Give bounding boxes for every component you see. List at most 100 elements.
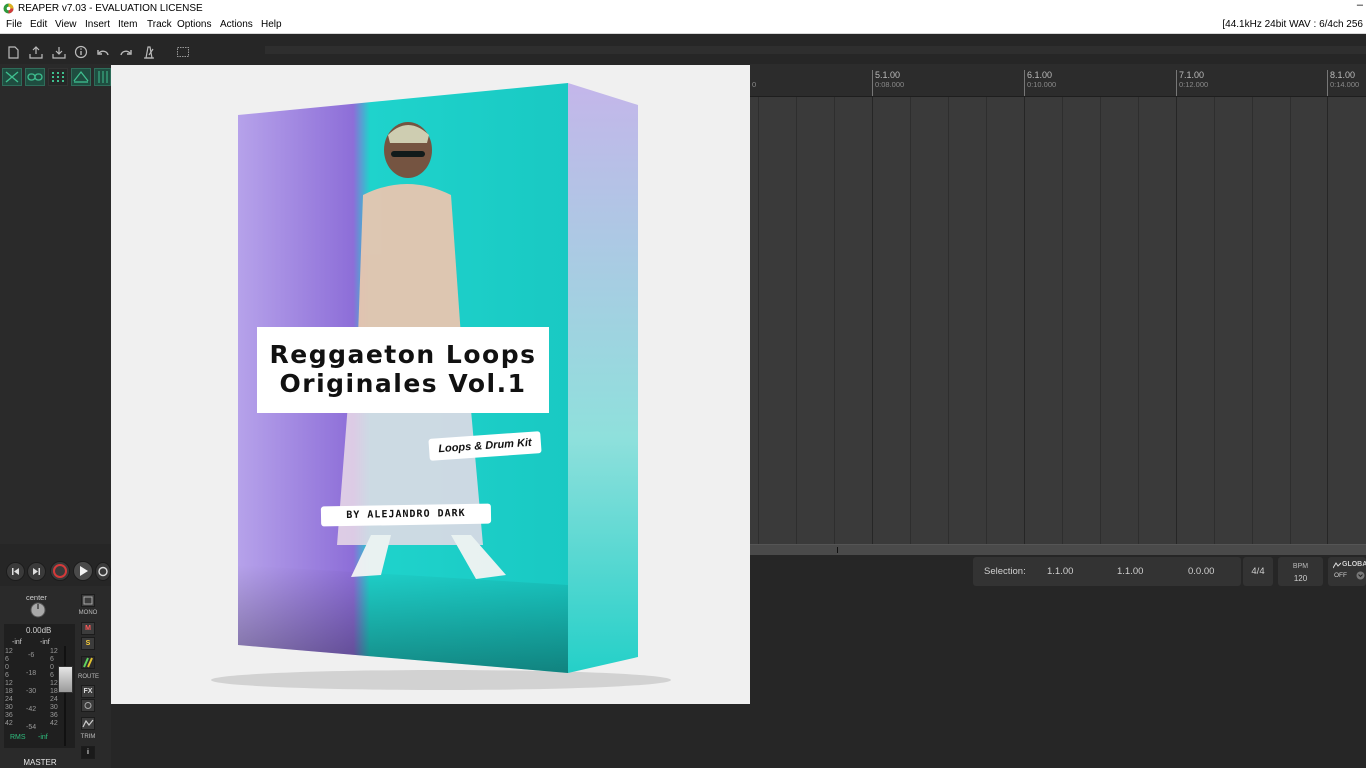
selection-length[interactable]: 0.0.00 bbox=[1188, 557, 1214, 586]
pan-label: center bbox=[26, 593, 47, 602]
meter-scale-label: 12 bbox=[5, 648, 13, 655]
snap-grid-icon bbox=[52, 72, 64, 82]
menu-file[interactable]: File bbox=[6, 17, 22, 33]
timeline-ruler[interactable]: 0 5.1.00 0:08.000 6.1.00 0:10.000 7.1.00 0:… bbox=[750, 64, 1366, 97]
route-button[interactable] bbox=[81, 656, 95, 669]
audio-status[interactable]: [44.1kHz 24bit WAV : 6/4ch 256 bbox=[1222, 17, 1363, 33]
grid-line bbox=[796, 97, 797, 544]
new-project-icon[interactable] bbox=[6, 45, 20, 59]
envelope-icon bbox=[82, 719, 94, 728]
repeat-button[interactable] bbox=[95, 562, 111, 581]
master-track-name: MASTER bbox=[23, 758, 57, 767]
menu-edit[interactable]: Edit bbox=[30, 17, 47, 33]
play-button[interactable] bbox=[73, 561, 93, 581]
meter-scale-label: -18 bbox=[26, 670, 37, 677]
selection-label: Selection: bbox=[984, 566, 1026, 577]
meter-scale-label: 0 bbox=[50, 664, 54, 671]
arrange-view[interactable]: 0 5.1.00 0:08.000 6.1.00 0:10.000 7.1.00 0:… bbox=[750, 64, 1366, 544]
selection-end[interactable]: 1.1.00 bbox=[1117, 557, 1143, 586]
go-to-start-icon bbox=[12, 568, 19, 575]
grid-line bbox=[1176, 97, 1177, 544]
grid-line bbox=[1062, 97, 1063, 544]
power-icon bbox=[84, 702, 92, 709]
chevron-down-icon bbox=[1356, 571, 1365, 580]
peak-left[interactable]: -inf bbox=[12, 639, 22, 646]
menu-options[interactable]: Options bbox=[177, 17, 211, 33]
meter-scale-label: 6 bbox=[5, 672, 9, 679]
save-project-icon[interactable] bbox=[52, 45, 66, 59]
meter-scale-label: 42 bbox=[50, 720, 58, 727]
link-button[interactable] bbox=[25, 68, 45, 86]
menu-bar: File Edit View Insert Item Track Options… bbox=[0, 17, 1366, 34]
grid-line bbox=[1024, 97, 1025, 544]
window-title: REAPER v7.03 - EVALUATION LICENSE bbox=[18, 3, 203, 14]
ruler-mark: 8.1.00 0:14.000 bbox=[1327, 70, 1359, 96]
minimize-button[interactable]: – bbox=[1357, 0, 1363, 14]
time-signature[interactable]: 4/4 bbox=[1243, 557, 1273, 586]
rms-value: -inf bbox=[38, 734, 48, 741]
menu-view[interactable]: View bbox=[55, 17, 77, 33]
ruler-mark: 5.1.00 0:08.000 bbox=[872, 70, 904, 96]
fader-track bbox=[64, 646, 66, 746]
fx-button[interactable]: FX bbox=[81, 685, 95, 698]
grid-lines-button[interactable] bbox=[94, 68, 111, 86]
meter-scale-label: 0 bbox=[5, 664, 9, 671]
peak-right[interactable]: -inf bbox=[40, 639, 50, 646]
main-toolbar bbox=[0, 34, 1366, 64]
global-automation-panel[interactable]: GLOBAL OFF bbox=[1328, 557, 1366, 586]
track-control-panel bbox=[0, 64, 111, 544]
auto-crossfade-button[interactable] bbox=[71, 68, 91, 86]
title-bar: REAPER v7.03 - EVALUATION LICENSE – bbox=[0, 0, 1366, 17]
tempo-panel[interactable]: BPM 120 bbox=[1278, 557, 1323, 586]
volume-readout[interactable]: 0.00dB bbox=[26, 626, 51, 635]
mono-button[interactable] bbox=[81, 594, 95, 607]
grid-line bbox=[834, 97, 835, 544]
meter-scale-label: -30 bbox=[26, 688, 37, 695]
bpm-label: BPM bbox=[1292, 563, 1309, 570]
info-button[interactable]: i bbox=[81, 746, 95, 759]
ruler-mark: 7.1.00 0:12.000 bbox=[1176, 70, 1208, 96]
selection-start[interactable]: 1.1.00 bbox=[1047, 557, 1073, 586]
record-button[interactable] bbox=[50, 561, 70, 581]
snap-grid-button[interactable] bbox=[48, 68, 68, 86]
menu-item[interactable]: Item bbox=[118, 17, 137, 33]
cover-title-line2: Originales Vol.1 bbox=[279, 369, 527, 398]
ruler-partial: 0 bbox=[752, 80, 757, 89]
meter-scale-label: 18 bbox=[50, 688, 58, 695]
global-value: OFF bbox=[1334, 572, 1347, 579]
grid-line bbox=[1327, 97, 1328, 544]
mute-button[interactable]: M bbox=[81, 622, 95, 635]
play-icon bbox=[80, 566, 88, 576]
crossfade-icon bbox=[73, 70, 89, 83]
meter-scale-label: 36 bbox=[50, 712, 58, 719]
grid-lines-icon bbox=[98, 71, 108, 83]
pan-knob[interactable] bbox=[30, 602, 46, 618]
menu-help[interactable]: Help bbox=[261, 17, 282, 33]
menu-insert[interactable]: Insert bbox=[85, 17, 110, 33]
go-to-start-button[interactable] bbox=[6, 562, 25, 581]
grid-icon[interactable] bbox=[176, 45, 190, 59]
meter-scale-label: -6 bbox=[28, 652, 35, 659]
fx-bypass-button[interactable] bbox=[81, 699, 95, 712]
product-cover-image: Reggaeton Loops Originales Vol.1 Loops &… bbox=[111, 65, 750, 704]
meter-scale-label: 6 bbox=[5, 656, 9, 663]
go-to-end-icon bbox=[33, 568, 40, 575]
trim-button[interactable] bbox=[81, 717, 95, 730]
route-label: ROUTE bbox=[78, 674, 99, 680]
go-to-end-button[interactable] bbox=[27, 562, 46, 581]
open-project-icon[interactable] bbox=[29, 45, 43, 59]
ripple-edit-button[interactable] bbox=[2, 68, 22, 86]
meter-scale-label: 30 bbox=[50, 704, 58, 711]
solo-button[interactable]: S bbox=[81, 637, 95, 650]
bpm-value: 120 bbox=[1293, 574, 1308, 583]
volume-fader[interactable] bbox=[58, 666, 73, 693]
redo-icon[interactable] bbox=[119, 45, 133, 59]
menu-track[interactable]: Track bbox=[147, 17, 172, 33]
metronome-icon[interactable] bbox=[142, 45, 156, 59]
undo-icon[interactable] bbox=[96, 45, 110, 59]
project-settings-icon[interactable] bbox=[74, 45, 88, 59]
cover-title-card: Reggaeton Loops Originales Vol.1 bbox=[257, 327, 549, 413]
meter-scale-label: 24 bbox=[5, 696, 13, 703]
horizontal-scrollbar[interactable] bbox=[750, 544, 1366, 555]
menu-actions[interactable]: Actions bbox=[220, 17, 253, 33]
